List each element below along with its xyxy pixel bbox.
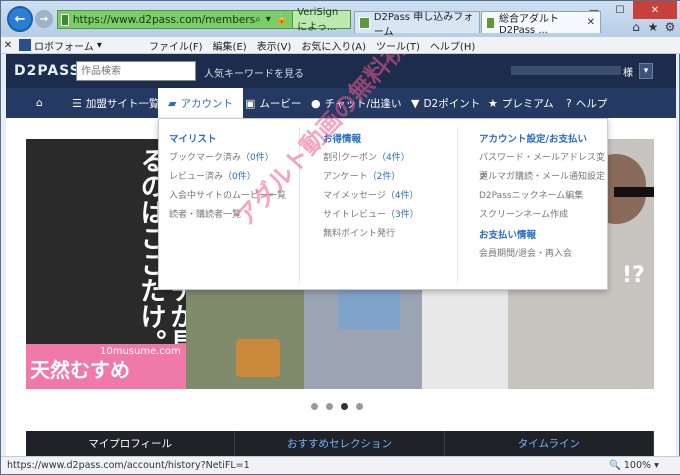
carousel-dot-active[interactable] [341, 403, 348, 410]
password-email-link[interactable]: パスワード・メールアドレス変更 [479, 149, 607, 182]
list-icon: ☰ [72, 96, 82, 110]
my-message-link[interactable]: マイメッセージ（4件） [323, 187, 419, 206]
certificate-info[interactable]: VeriSign によっ... [292, 7, 350, 33]
tab-label: 総合アダルト D2Pass ... [498, 13, 569, 36]
tab-timeline[interactable]: タイムライン [445, 431, 654, 456]
denim-skirt-image [338, 289, 400, 329]
free-points-link[interactable]: 無料ポイント発行 [323, 225, 419, 244]
account-dropdown-menu: マイリスト ブックマーク済み（0件） レビュー済み（0件） 入会中サイトのムービ… [158, 118, 608, 290]
menu-view[interactable]: 表示(V) [257, 38, 292, 53]
column-divider [457, 127, 458, 283]
nav-sites[interactable]: ☰ 加盟サイト一覧 [72, 88, 159, 118]
question-icon: ? [566, 96, 572, 110]
deals-column: お得情報 割引クーポン（4件） アンケート（2件） マイメッセージ（4件） サイ… [323, 131, 419, 244]
maximize-button[interactable]: ☐ [607, 1, 633, 19]
hero-badge: !? [622, 263, 645, 288]
site-favicon [61, 13, 69, 26]
menu-file[interactable]: ファイル(F) [149, 38, 203, 53]
settings-heading: アカウント設定/お支払い [479, 134, 587, 145]
tab-my-profile[interactable]: マイプロフィール [26, 431, 236, 456]
carousel-dot[interactable] [326, 403, 333, 410]
tab-recommended[interactable]: おすすめセレクション [235, 431, 445, 456]
settings-column: アカウント設定/お支払い パスワード・メールアドレス変更 メルマガ購読・メール通… [479, 131, 607, 264]
handbag-image [236, 339, 280, 377]
roboform-icon [19, 39, 31, 51]
zoom-level[interactable]: 🔍 100% ▾ [609, 460, 659, 471]
tab-favicon [486, 16, 495, 29]
search-input[interactable] [76, 61, 196, 81]
photo-panel-4 [422, 289, 508, 389]
nav-help[interactable]: ? ヘルプ [566, 88, 607, 118]
mylist-heading: マイリスト [169, 134, 217, 145]
back-button[interactable]: ← [7, 6, 33, 32]
search-icon[interactable]: ⌕ [255, 14, 261, 25]
site-review-link[interactable]: サイトレビュー（3件） [323, 206, 419, 225]
bottom-tabs: マイプロフィール おすすめセレクション タイムライン [26, 431, 654, 456]
minimize-button[interactable]: — [581, 1, 607, 19]
menu-bar: ✕ ロボフォーム ▾ ファイル(F) 編集(E) 表示(V) お気に入り(A) … [1, 37, 680, 54]
address-bar[interactable]: https://www.d2pass.com/members ⌕ ▾ 🔒 VeriS… [57, 7, 351, 33]
popular-keywords-link[interactable]: 人気キーワードを見る [204, 65, 304, 80]
title-bar: ← → https://www.d2pass.com/members ⌕ ▾ 🔒 V… [1, 1, 680, 38]
trophy-icon: ▼ [411, 96, 420, 110]
zoom-icon: 🔍 [609, 460, 621, 471]
home-icon[interactable]: ⌂ [629, 20, 643, 34]
lock-icon[interactable]: 🔒 [276, 14, 288, 25]
film-icon: ▣ [245, 96, 256, 110]
status-bar: https://www.d2pass.com/account/history?N… [1, 456, 680, 474]
close-window-button[interactable]: ✕ [633, 1, 677, 19]
site-logo[interactable]: D2PASS [14, 63, 81, 79]
nav-premium[interactable]: ★ プレミアム [488, 88, 554, 118]
menu-edit[interactable]: 編集(E) [213, 38, 247, 53]
roboform-toolbar[interactable]: ロボフォーム ▾ [19, 38, 149, 53]
folder-icon: ▰ [168, 96, 177, 110]
menu-tools[interactable]: ツール(T) [376, 38, 420, 53]
account-name-blurred [511, 66, 621, 75]
tab-favicon [359, 16, 370, 29]
home-icon[interactable]: ⌂ [36, 88, 43, 118]
web-page: D2PASS 人気キーワードを見る 様 ▾ ⌂ ☰加盟サイト一覧 ▰アカウント … [6, 54, 676, 456]
menu-favorites[interactable]: お気に入り(A) [301, 38, 366, 53]
address-url[interactable]: https://www.d2pass.com/members [73, 14, 255, 26]
censor-bar [614, 187, 654, 197]
carousel-dots [311, 403, 363, 410]
settings-gear-icon[interactable]: ⚙ [663, 20, 677, 34]
account-dropdown-button[interactable]: ▾ [639, 63, 653, 79]
honorific: 様 [623, 68, 633, 79]
newsletter-link[interactable]: メルマガ購読・メール通知設定 [479, 168, 607, 187]
close-toolbar-icon[interactable]: ✕ [1, 40, 15, 51]
payment-heading: お支払い情報 [479, 230, 537, 241]
nav-account[interactable]: ▰ アカウント [158, 88, 243, 118]
star-icon: ★ [488, 96, 498, 110]
menu-help[interactable]: ヘルプ(H) [430, 38, 475, 53]
status-url: https://www.d2pass.com/account/history?N… [7, 460, 250, 471]
tab-signup[interactable]: D2Pass 申し込みフォーム [354, 11, 480, 38]
survey-link[interactable]: アンケート（2件） [323, 168, 419, 187]
forward-button[interactable]: → [35, 10, 53, 28]
browser-window: ← → https://www.d2pass.com/members ⌕ ▾ 🔒 V… [0, 0, 680, 475]
roboform-label: ロボフォーム [34, 41, 94, 53]
screen-name-link[interactable]: スクリーンネーム作成 [479, 206, 607, 225]
tab-label: D2Pass 申し込みフォーム [373, 11, 474, 38]
nav-movie[interactable]: ▣ ムービー [245, 88, 301, 118]
carousel-dot[interactable] [311, 403, 318, 410]
nav-points[interactable]: ▼ D2ポイント [411, 88, 480, 118]
membership-link[interactable]: 会員期間/退会・再入会 [479, 245, 607, 264]
favorites-star-icon[interactable]: ★ [646, 20, 660, 34]
dropdown-arrow-icon[interactable]: ▾ [266, 14, 271, 25]
nickname-link[interactable]: D2Passニックネーム編集 [479, 187, 607, 206]
coupon-link[interactable]: 割引クーポン（4件） [323, 149, 419, 168]
brand-badge: 天然むすめ 10musume.com [26, 344, 186, 389]
carousel-dot[interactable] [356, 403, 363, 410]
